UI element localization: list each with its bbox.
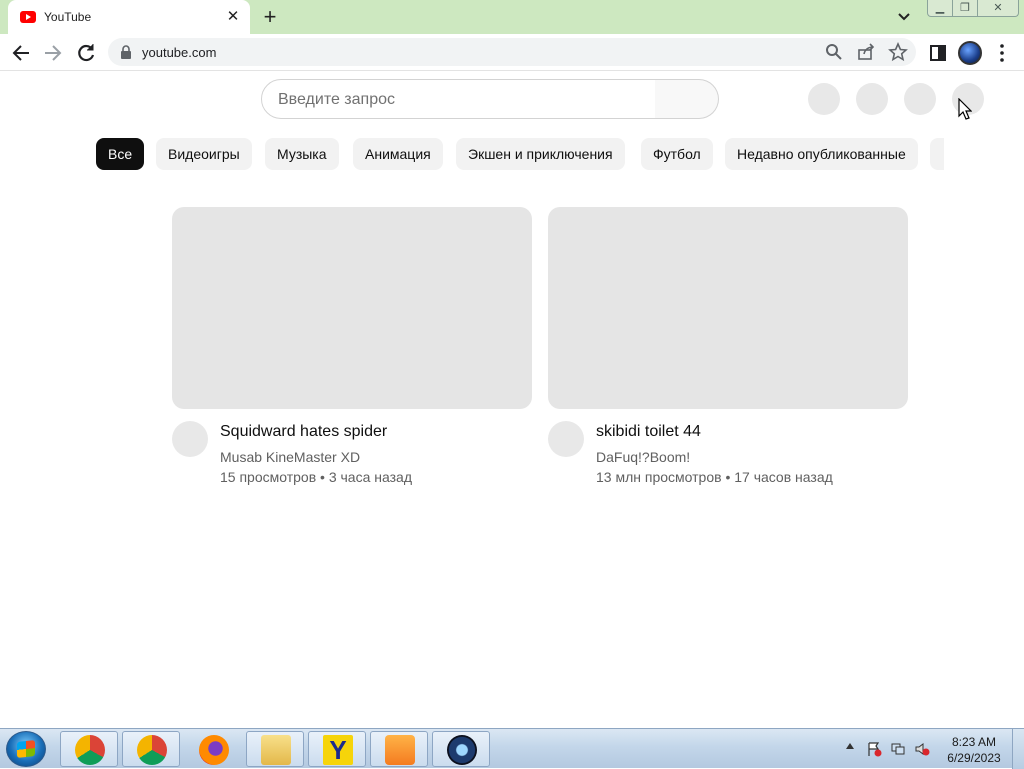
channel-name[interactable]: DaFuq!?Boom! [596, 449, 690, 465]
voice-search-placeholder[interactable] [808, 83, 840, 115]
chip-videogames[interactable]: Видеоигры [156, 138, 252, 170]
chip-recently-uploaded[interactable]: Недавно опубликованные [725, 138, 918, 170]
file-explorer-icon [261, 735, 291, 765]
taskbar-chrome[interactable] [60, 731, 118, 767]
video-title[interactable]: skibidi toilet 44 [596, 423, 701, 441]
url-text: youtube.com [142, 45, 217, 60]
tab-strip: YouTube ✕ + ▁ ❐ ✕ [0, 0, 1024, 34]
bookmark-star-icon[interactable] [888, 42, 908, 62]
youtube-search-field[interactable]: Введите запрос [261, 79, 656, 119]
taskbar-yandex[interactable]: Y [308, 731, 366, 767]
taskbar-firefox[interactable] [184, 731, 242, 767]
chip-music[interactable]: Музыка [265, 138, 339, 170]
address-bar[interactable]: youtube.com [108, 38, 916, 66]
video-thumbnail[interactable] [172, 207, 532, 409]
windows-taskbar: Y 8:23 AM 6/29/2023 [0, 728, 1024, 769]
taskbar-camera[interactable] [432, 731, 490, 767]
media-player-icon [385, 735, 415, 765]
taskbar-media-player[interactable] [370, 731, 428, 767]
volume-muted-icon[interactable] [914, 741, 930, 757]
camera-icon [447, 735, 477, 765]
search-input-placeholder: Введите запрос [278, 91, 395, 108]
youtube-icon [20, 11, 36, 23]
clock-time[interactable]: 8:23 AM [946, 735, 1002, 749]
action-center-icon[interactable] [866, 741, 882, 757]
channel-avatar[interactable] [548, 421, 584, 457]
start-button[interactable] [6, 731, 46, 767]
side-panel-icon[interactable] [926, 41, 950, 65]
video-thumbnail[interactable] [548, 207, 908, 409]
taskbar-chrome-profile[interactable] [122, 731, 180, 767]
firefox-icon [199, 735, 229, 765]
video-meta: 13 млн просмотров • 17 часов назад [596, 469, 833, 485]
chip-football[interactable]: Футбол [641, 138, 713, 170]
chip-action-adventure[interactable]: Экшен и приключения [456, 138, 625, 170]
video-meta: 15 просмотров • 3 часа назад [220, 469, 412, 485]
profile-avatar[interactable] [958, 41, 982, 65]
search-icon[interactable] [824, 42, 844, 62]
share-icon[interactable] [856, 42, 876, 62]
reload-icon[interactable] [74, 41, 98, 65]
show-hidden-icons-icon[interactable] [846, 743, 854, 749]
chip-animation[interactable]: Анимация [353, 138, 443, 170]
channel-avatar[interactable] [172, 421, 208, 457]
channel-name[interactable]: Musab KineMaster XD [220, 449, 360, 465]
yandex-icon: Y [323, 735, 353, 765]
video-title[interactable]: Squidward hates spider [220, 423, 387, 441]
youtube-search-button[interactable] [655, 79, 719, 119]
chrome-icon [75, 735, 105, 765]
taskbar-file-explorer[interactable] [246, 731, 304, 767]
new-tab-button[interactable]: + [258, 5, 282, 29]
back-icon[interactable] [9, 41, 33, 65]
window-close-button[interactable]: ✕ [977, 0, 1019, 17]
notifications-placeholder[interactable] [904, 83, 936, 115]
chip-all[interactable]: Все [96, 138, 145, 170]
forward-icon[interactable] [41, 41, 65, 65]
maximize-button[interactable]: ❐ [952, 0, 978, 17]
tab-search-icon[interactable] [894, 8, 914, 26]
network-icon[interactable] [890, 741, 906, 757]
menu-dots-icon[interactable] [990, 41, 1014, 65]
create-placeholder[interactable] [856, 83, 888, 115]
chrome-profile-icon [137, 735, 167, 765]
show-desktop-button[interactable] [1012, 729, 1024, 769]
mouse-cursor-icon [958, 98, 972, 120]
minimize-button[interactable]: ▁ [927, 0, 953, 17]
browser-toolbar: youtube.com [0, 34, 1024, 71]
close-tab-button[interactable]: ✕ [223, 7, 243, 27]
lock-icon[interactable] [120, 45, 132, 59]
chip-overflow [930, 138, 944, 170]
browser-tab[interactable]: YouTube ✕ [8, 0, 250, 34]
clock-date[interactable]: 6/29/2023 [946, 751, 1002, 765]
tab-title: YouTube [44, 10, 92, 24]
